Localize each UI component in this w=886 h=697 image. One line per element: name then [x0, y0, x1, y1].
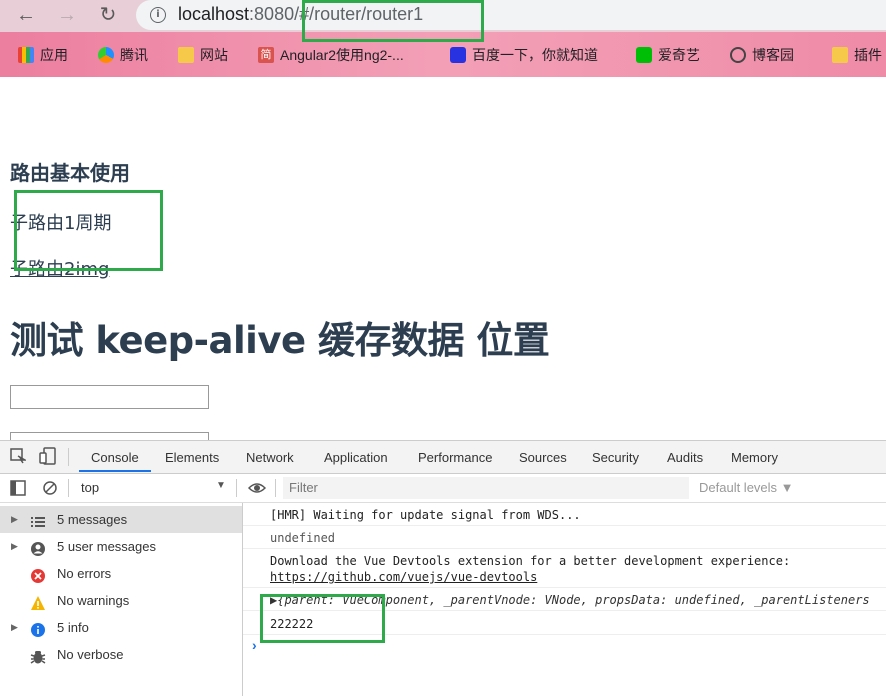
context-dropdown-icon[interactable]: ▼ [216, 480, 226, 491]
console-prompt-icon[interactable]: › [252, 637, 257, 653]
bookmark-iqiyi[interactable]: 爱奇艺 [636, 44, 700, 66]
log-separator [243, 548, 886, 549]
device-toolbar-icon[interactable] [39, 447, 57, 465]
sidebar-item-errors[interactable]: No errors [0, 560, 242, 587]
back-icon[interactable]: ← [14, 4, 38, 26]
tab-security[interactable]: Security [592, 441, 639, 473]
sidebar-item-label: No verbose [57, 647, 124, 662]
info-icon [30, 620, 46, 637]
log-hmr: [HMR] Waiting for update signal from WDS… [270, 508, 581, 522]
bookmark-label: 腾讯 [120, 47, 148, 63]
folder-icon [178, 47, 194, 63]
section-heading: 路由基本使用 [10, 161, 130, 185]
bookmark-baidu[interactable]: 百度一下，你就知道 [450, 44, 598, 66]
bookmark-angular[interactable]: 简 Angular2使用ng2-... [258, 44, 404, 66]
tab-application[interactable]: Application [324, 441, 388, 473]
warning-icon [30, 593, 46, 610]
annotation-box-links [14, 190, 163, 271]
bug-icon [30, 647, 46, 664]
tencent-video-icon [98, 47, 114, 63]
filter-input[interactable]: Filter [283, 477, 689, 499]
tab-audits[interactable]: Audits [667, 441, 703, 473]
inspect-element-icon[interactable] [10, 448, 28, 464]
bookmark-plugins[interactable]: 插件 [832, 44, 882, 66]
sidebar-toggle-icon[interactable] [10, 480, 26, 496]
annotation-box-log [260, 594, 385, 643]
vue-devtools-link[interactable]: https://github.com/vuejs/vue-devtools [270, 570, 537, 584]
bookmark-label: 博客园 [752, 47, 794, 63]
default-levels-dropdown[interactable]: Default levels ▼ [699, 480, 794, 495]
sidebar-item-label: 5 messages [57, 512, 128, 527]
bookmark-label: 插件 [854, 47, 882, 63]
reload-icon[interactable]: ↻ [96, 4, 120, 26]
tab-performance[interactable]: Performance [418, 441, 492, 473]
list-icon [30, 512, 46, 528]
annotation-box-url [302, 0, 484, 42]
sidebar-item-label: 5 info [57, 620, 89, 635]
tab-elements[interactable]: Elements [165, 441, 219, 473]
apps-grid-icon [18, 47, 34, 63]
expand-arrow-icon[interactable]: ▶ [11, 506, 18, 533]
jian-icon: 简 [258, 47, 274, 63]
tab-memory[interactable]: Memory [731, 441, 778, 473]
sidebar-item-warnings[interactable]: No warnings [0, 587, 242, 614]
sidebar-item-user-messages[interactable]: ▶ 5 user messages [0, 533, 242, 560]
log-vue-devtools: Download the Vue Devtools extension for … [270, 554, 791, 568]
text-input-1[interactable] [10, 385, 209, 409]
log-separator [243, 525, 886, 526]
page-title: 测试 keep-alive 缓存数据 位置 [10, 319, 550, 362]
divider [68, 479, 69, 497]
log-separator [243, 587, 886, 588]
sidebar-item-label: No errors [57, 566, 112, 581]
tab-network[interactable]: Network [246, 441, 294, 473]
user-icon [30, 539, 46, 556]
bookmark-label: Angular2使用ng2-... [280, 47, 404, 63]
forward-icon[interactable]: → [55, 4, 79, 26]
error-icon [30, 566, 46, 583]
tab-console[interactable]: Console [91, 441, 139, 473]
tab-sources[interactable]: Sources [519, 441, 567, 473]
bookmark-label: 百度一下，你就知道 [472, 47, 598, 63]
sidebar-item-label: 5 user messages [57, 539, 156, 554]
sidebar-item-verbose[interactable]: No verbose [0, 641, 242, 668]
site-info-icon[interactable]: i [150, 7, 166, 23]
bookmark-apps[interactable]: 应用 [18, 44, 68, 66]
divider [275, 479, 276, 497]
active-tab-indicator [79, 470, 151, 472]
log-undefined: undefined [270, 531, 336, 545]
context-selector[interactable]: top [81, 480, 99, 495]
sidebar-item-info[interactable]: ▶ 5 info [0, 614, 242, 641]
cnblogs-icon [730, 47, 746, 63]
bookmark-label: 应用 [40, 47, 68, 63]
bookmark-sites[interactable]: 网站 [178, 44, 228, 66]
bookmark-label: 爱奇艺 [658, 47, 700, 63]
expand-arrow-icon[interactable]: ▶ [11, 614, 18, 641]
eye-icon[interactable] [247, 480, 267, 496]
folder-icon [832, 47, 848, 63]
iqiyi-icon [636, 47, 652, 63]
divider [68, 448, 69, 466]
sidebar-item-label: No warnings [57, 593, 130, 608]
bookmark-cnblogs[interactable]: 博客园 [730, 44, 794, 66]
bookmarks-bar: 应用 腾讯 网站 简 Angular2使用ng2-... 百度一下，你就知道 爱… [0, 40, 886, 70]
url-host: localhost [178, 4, 250, 24]
clear-console-icon[interactable] [42, 480, 58, 496]
bookmark-label: 网站 [200, 47, 228, 63]
expand-arrow-icon[interactable]: ▶ [11, 533, 18, 560]
divider [236, 479, 237, 497]
url-port: :8080/ [249, 4, 300, 24]
sidebar-item-messages[interactable]: ▶ 5 messages [0, 506, 242, 533]
bookmark-tencent[interactable]: 腾讯 [98, 44, 148, 66]
baidu-icon [450, 47, 466, 63]
